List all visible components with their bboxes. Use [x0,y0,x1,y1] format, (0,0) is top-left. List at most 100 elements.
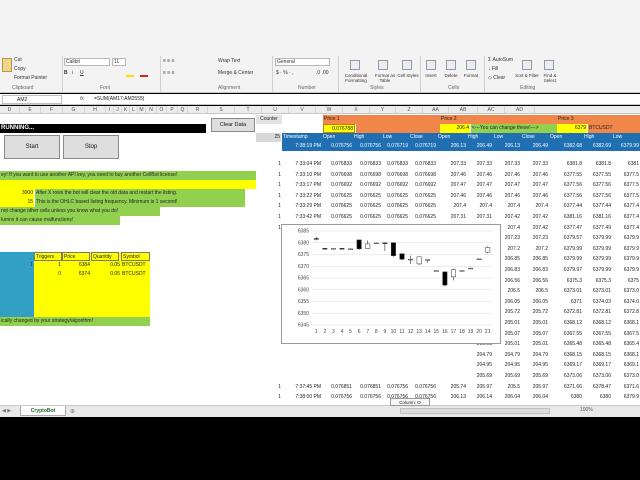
autosum-button[interactable]: Σ AutoSum [488,57,513,64]
fill-button[interactable]: ↓ Fill [488,66,498,73]
api-key-message: ey! If you want to use another API key, … [0,171,256,180]
trade-quantity[interactable]: 0.05 [91,270,121,279]
column-header[interactable]: I [106,106,114,113]
table-cell: 7:33:10 PM [295,171,321,178]
sheet-tab-cryptobot[interactable]: CryptoBot [20,406,66,416]
column-header[interactable]: AA [423,106,449,113]
table-cell: 207.33 [532,161,548,167]
format-as-table-button[interactable]: Format as Table [372,73,398,83]
trade-quantity[interactable]: 0.05 [91,261,121,270]
add-sheet-icon[interactable]: ⊕ [70,408,75,415]
table-cell: 206.05 [532,298,548,305]
fill-color-icon[interactable] [126,71,134,77]
formula-input[interactable]: =SUM(AM17:AM2555) [94,95,634,104]
column-header[interactable]: R [188,106,208,113]
table-cell: 207.31 [450,214,466,220]
table-cell: 6365.48 [592,341,611,348]
trades-header-symbol: Symbol [121,252,150,261]
font-size-select[interactable]: 11 [112,58,126,66]
column-header[interactable]: P [167,106,178,113]
bold-button[interactable]: B [64,70,68,77]
column-header[interactable]: U [262,106,289,113]
frequency-input[interactable]: 15 [0,198,34,207]
candle-body [408,258,414,261]
insert-button[interactable]: Insert [422,73,440,78]
clear-button[interactable]: ◇ Clear [488,75,505,82]
font-name-select[interactable]: Calibri [64,58,110,66]
format-painter-button[interactable]: Format Painter [14,75,47,82]
italic-button[interactable]: I [72,70,73,77]
column-header[interactable]: N [146,106,157,113]
align-top-icon[interactable]: ≡ ≡ ≡ [163,58,175,65]
table-cell: 6379.9 [623,235,639,242]
ribbon-separator [62,56,63,92]
trade-price[interactable]: 6384 [62,261,91,270]
table-cell: 207.47 [476,182,492,189]
zoom-level[interactable]: 100% [580,407,593,413]
clear-data-button[interactable]: Clear Data [211,118,255,132]
table-cell: 207.2 [535,245,548,252]
column-header[interactable]: F [41,106,63,113]
sort-filter-button[interactable]: Sort & Filter [514,73,540,78]
candlestick-chart[interactable]: 6385 6380 6375 6370 6365 6360 6355 6350 6345 1 2 3 4… [281,224,501,344]
insert-function-icon[interactable]: fx [80,95,84,104]
column-header[interactable]: E [20,106,41,113]
column-header[interactable]: L [130,106,138,113]
cell-styles-button[interactable]: Cell Styles [397,73,419,78]
table-cell: 6379.9 [623,394,639,401]
price1-value[interactable]: 0.076788 [323,124,355,133]
max-rows-input[interactable]: 3000 [0,189,34,198]
horizontal-scrollbar[interactable] [400,408,550,414]
format-button[interactable]: Format [461,73,481,78]
start-button[interactable]: Start [4,135,60,159]
conditional-formatting-button[interactable]: Conditional Formatting [340,73,372,83]
trade-trigger[interactable]: 0 [34,270,62,279]
column-header[interactable]: K [122,106,130,113]
price2-value[interactable]: 206.4 [440,124,470,133]
column-header[interactable]: Y [370,106,396,113]
column-header[interactable]: AC [478,106,505,113]
column-header[interactable]: G [63,106,85,113]
align-left-icon[interactable]: ≡ ≡ ≡ [163,70,175,77]
table-cell: 6367.55 [592,330,611,337]
column-header[interactable]: V [289,106,316,113]
column-header[interactable]: J [114,106,122,113]
trade-symbol[interactable]: BTCUSDT [121,270,150,279]
column-header[interactable]: AD [505,106,535,113]
trade-trigger[interactable]: 1 [34,261,62,270]
column-header[interactable]: Q [178,106,188,113]
number-format-select[interactable]: General [275,58,330,66]
sheet-nav-arrows[interactable]: ◀ ▶ [2,408,11,414]
column-header[interactable]: AB [449,106,478,113]
copy-button[interactable]: Copy [14,66,26,73]
column-header[interactable]: H [85,106,106,113]
underline-button[interactable]: U [80,70,84,77]
column-header[interactable]: M [138,106,146,113]
trade-price[interactable]: 6374 [62,270,91,279]
price3-value[interactable]: 6379 [557,124,587,133]
column-header[interactable]: Z [396,106,423,113]
cut-button[interactable]: Cut [14,57,22,64]
accounting-format-icon[interactable]: $ · % · , [276,70,294,77]
decimal-buttons-icon[interactable]: .0 .00 [316,70,329,77]
column-header[interactable]: S [208,106,235,113]
latest-ohlc-cell: 6382.68 [549,142,583,151]
paste-icon[interactable] [2,58,12,72]
latest-ohlc-cell: 206.49 [521,142,549,151]
delete-button[interactable]: Delete [441,73,461,78]
wrap-text-button[interactable]: Wrap Text [218,58,240,65]
stop-button[interactable]: Stop [63,135,119,159]
trade-symbol[interactable]: BTCUSDT [121,261,150,270]
column-header[interactable]: T [235,106,262,113]
column-header[interactable]: O [157,106,167,113]
column-header[interactable]: X [343,106,370,113]
column-header[interactable]: W [316,106,343,113]
find-select-button[interactable]: Find & Select [538,73,562,83]
column-header[interactable]: D [0,106,20,113]
merge-center-button[interactable]: Merge & Center [218,70,253,77]
name-box[interactable]: AM2 [2,95,62,104]
font-color-icon[interactable] [140,71,148,77]
table-cell: 6373.0 [623,373,639,379]
table-cell: 6379.97 [563,267,582,273]
ohlc-header-8: Close [521,133,549,142]
